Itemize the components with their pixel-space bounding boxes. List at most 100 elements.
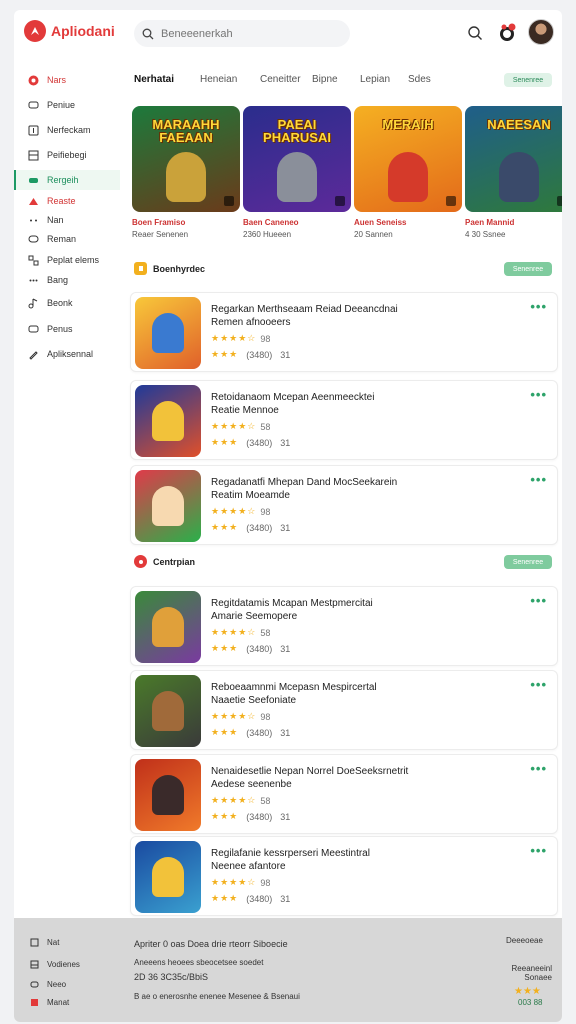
app-stats-row: ★★★ (3480) 31 xyxy=(211,811,290,822)
app-card[interactable]: Regilafanie kessrperseri Meestintral Neen… xyxy=(130,836,558,916)
featured-game-tile[interactable]: MERAIH Auen Seneiss 20 Sannen xyxy=(354,106,462,239)
sidebar-item-label: Reman xyxy=(47,234,77,244)
sidebar-item-bang[interactable]: Bang xyxy=(14,270,120,290)
footer-item-label: Neeo xyxy=(47,980,67,989)
sidebar-item-rergeih[interactable]: Rergeih xyxy=(14,170,120,190)
app-card[interactable]: Reboeaamnmi Mcepasn Mespircertal Naaetie … xyxy=(130,670,558,750)
footer-item-label: Nat xyxy=(47,938,60,947)
sidebar-item-peifiebegi[interactable]: Peifiebegi xyxy=(14,145,120,165)
sidebar-item-reaste[interactable]: Reaste xyxy=(14,191,120,211)
download-count: 31 xyxy=(280,349,291,360)
featured-game-tile[interactable]: PAEAI PHARUSAI Baen Caneneo 2360 Hueeen xyxy=(243,106,351,239)
app-name: Apliodani xyxy=(51,23,115,39)
footer-item[interactable]: Vodienes xyxy=(30,960,80,969)
featured-game-image[interactable]: MERAIH xyxy=(354,106,462,212)
app-stats-row: ★★★ (3480) 31 xyxy=(211,349,290,360)
sidebar-item-nars[interactable]: Nars xyxy=(14,70,120,90)
plus-icon xyxy=(28,125,39,136)
see-all-button[interactable]: Senenree xyxy=(504,73,552,87)
bookmark-icon[interactable] xyxy=(335,196,345,206)
more-options-icon[interactable]: ••• xyxy=(530,472,547,487)
more-options-icon[interactable]: ••• xyxy=(530,299,547,314)
section-see-all-button[interactable]: Senenree xyxy=(504,262,552,276)
app-icon[interactable] xyxy=(135,841,201,913)
search-bar[interactable] xyxy=(134,20,350,47)
sidebar-item-nerfeckam[interactable]: Nerfeckam xyxy=(14,120,120,140)
app-title: Regilafanie kessrperseri Meestintral Neen… xyxy=(211,848,370,872)
tab-ceneitter[interactable]: Ceneitter xyxy=(260,74,301,85)
app-card[interactable]: Retoidanaom Mcepan Aeenmeecktei Reatie Me… xyxy=(130,380,558,460)
app-stats-row: ★★★ (3480) 31 xyxy=(211,437,290,448)
rating-value: 98 xyxy=(260,333,271,344)
featured-game-image[interactable]: PAEAI PHARUSAI xyxy=(243,106,351,212)
footer-heading: Apriter 0 oas Doea drie rteorr Siboecie xyxy=(134,939,288,949)
footer-text: 2D 36 3C35c/BbiS xyxy=(134,972,209,982)
avatar[interactable] xyxy=(528,19,554,45)
app-stats-row: ★★★ (3480) 31 xyxy=(211,727,290,738)
app-title: Regitdatamis Mcapan Mestpmercitai Amarie … xyxy=(211,598,373,622)
tab-nerhatai[interactable]: Nerhatai xyxy=(134,74,174,85)
sidebar-item-reman[interactable]: Reman xyxy=(14,229,120,249)
app-stats-row: ★★★ (3480) 31 xyxy=(211,893,290,904)
more-options-icon[interactable]: ••• xyxy=(530,593,547,608)
footer-item[interactable]: Manat xyxy=(30,998,69,1007)
sidebar-item-apliksennal[interactable]: Apliksennal xyxy=(14,344,120,364)
app-icon[interactable] xyxy=(135,297,201,369)
bookmark-icon[interactable] xyxy=(446,196,456,206)
featured-game-image[interactable]: NAEESAN xyxy=(465,106,562,212)
app-icon[interactable] xyxy=(135,470,201,542)
star-rating: ★★★ xyxy=(211,522,239,532)
bookmark-icon[interactable] xyxy=(224,196,234,206)
app-logo[interactable]: Apliodani xyxy=(24,20,115,42)
app-icon[interactable] xyxy=(135,675,201,747)
app-card[interactable]: Regarkan Merthseaam Reiad Deeancdnai Reme… xyxy=(130,292,558,372)
tab-heneian[interactable]: Heneian xyxy=(200,74,237,85)
featured-game-image[interactable]: MARAAHH FAEAAN xyxy=(132,106,240,212)
bottom-panel: Nat Vodienes Neeo Manat Apriter 0 oas Do… xyxy=(14,918,562,1022)
star-rating: ★★★ xyxy=(211,437,239,447)
review-count: (3480) xyxy=(246,522,273,533)
sidebar-item-label: Peniue xyxy=(47,100,76,110)
search-input[interactable] xyxy=(161,27,331,40)
footer-right-value: 003 88 xyxy=(518,998,543,1007)
footer-item[interactable]: Neeo xyxy=(30,980,66,989)
featured-game-banner: MERAIH xyxy=(382,117,434,132)
dots-icon xyxy=(28,275,39,286)
sidebar-item-beonk[interactable]: Beonk xyxy=(14,293,120,313)
home-icon xyxy=(28,75,39,86)
more-options-icon[interactable]: ••• xyxy=(530,843,547,858)
review-count: (3480) xyxy=(246,349,273,360)
featured-game-tile[interactable]: NAEESAN Paen Mannid 4 30 Ssnee xyxy=(465,106,562,239)
tab-sdes[interactable]: Sdes xyxy=(408,74,431,85)
grid-icon xyxy=(28,255,39,266)
app-icon[interactable] xyxy=(135,385,201,457)
app-icon[interactable] xyxy=(135,591,201,663)
star-rating: ★★★★☆ xyxy=(211,877,257,887)
top-bar: Apliodani xyxy=(14,10,562,58)
star-rating: ★★★★☆ xyxy=(211,627,257,637)
more-options-icon[interactable]: ••• xyxy=(530,387,547,402)
sidebar-item-nan[interactable]: Nan xyxy=(14,210,120,230)
app-card[interactable]: Regitdatamis Mcapan Mestpmercitai Amarie … xyxy=(130,586,558,666)
app-card[interactable]: Regadanatfi Mhepan Dand MocSeekarein Reat… xyxy=(130,465,558,545)
image-icon xyxy=(30,960,39,969)
bookmark-icon[interactable] xyxy=(557,196,562,206)
search-icon[interactable] xyxy=(464,22,486,44)
tab-bipne[interactable]: Bipne xyxy=(312,74,338,85)
more-options-icon[interactable]: ••• xyxy=(530,677,547,692)
featured-character xyxy=(277,152,317,202)
tab-lepian[interactable]: Lepian xyxy=(360,74,390,85)
notification-character-icon[interactable] xyxy=(496,22,518,44)
sidebar-item-peplat-elems[interactable]: Peplat elems xyxy=(14,250,120,270)
app-icon[interactable] xyxy=(135,759,201,831)
sidebar-item-penus[interactable]: Penus xyxy=(14,319,120,339)
section-see-all-button[interactable]: Senenree xyxy=(504,555,552,569)
download-count: 31 xyxy=(280,437,291,448)
review-count: (3480) xyxy=(246,727,273,738)
sidebar-item-peniue[interactable]: Peniue xyxy=(14,95,120,115)
featured-game-tile[interactable]: MARAAHH FAEAAN Boen Framiso Reaer Senenen xyxy=(132,106,240,239)
app-card[interactable]: Nenaidesetlie Nepan Norrel DoeSeeksrnetr… xyxy=(130,754,558,834)
footer-item[interactable]: Nat xyxy=(30,938,59,947)
more-options-icon[interactable]: ••• xyxy=(530,761,547,776)
fire-icon xyxy=(134,555,147,568)
